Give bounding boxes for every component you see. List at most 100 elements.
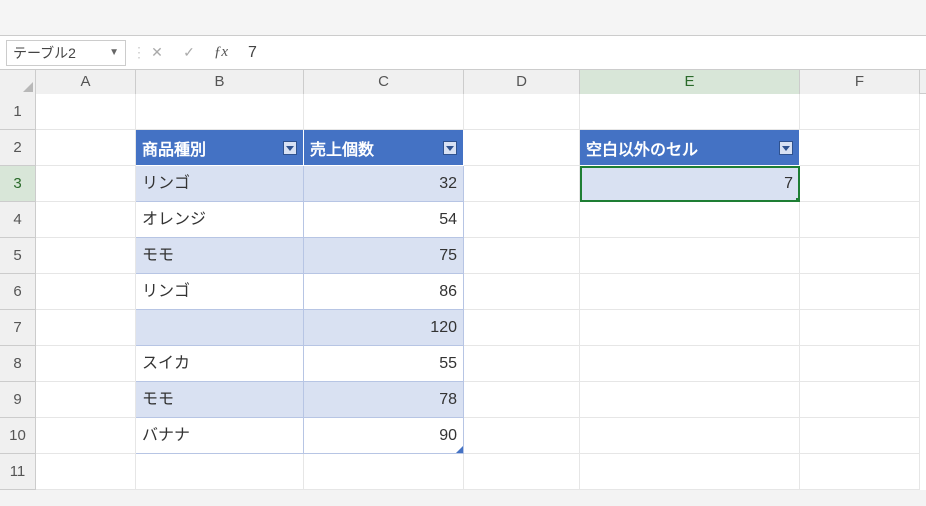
fx-icon[interactable]: ƒx: [208, 40, 234, 66]
chevron-down-icon: ▼: [109, 47, 119, 58]
formula-bar: テーブル2 ▼ ⋮ ✕ ✓ ƒx: [0, 36, 926, 70]
table-cell[interactable]: 32: [304, 166, 464, 202]
table-cell[interactable]: リンゴ: [136, 166, 304, 202]
cell[interactable]: [580, 274, 800, 310]
table-cell[interactable]: [136, 310, 304, 346]
selected-cell[interactable]: 7: [580, 166, 800, 202]
row-header[interactable]: 10: [0, 418, 36, 454]
cell[interactable]: [800, 202, 920, 238]
separator: ⋮: [132, 44, 138, 61]
table-cell[interactable]: オレンジ: [136, 202, 304, 238]
table-cell[interactable]: 55: [304, 346, 464, 382]
row-header[interactable]: 1: [0, 94, 36, 130]
cell[interactable]: [36, 202, 136, 238]
cell[interactable]: [800, 166, 920, 202]
filter-dropdown-icon[interactable]: [779, 141, 793, 155]
cell[interactable]: [464, 418, 580, 454]
cancel-icon[interactable]: ✕: [144, 40, 170, 66]
cell[interactable]: [580, 310, 800, 346]
enter-icon[interactable]: ✓: [176, 40, 202, 66]
formula-input[interactable]: [240, 40, 920, 66]
table-cell[interactable]: 86: [304, 274, 464, 310]
cell[interactable]: [36, 310, 136, 346]
table-cell[interactable]: 78: [304, 382, 464, 418]
row-6: 6 リンゴ 86: [0, 274, 926, 310]
cell[interactable]: [464, 382, 580, 418]
table-cell[interactable]: リンゴ: [136, 274, 304, 310]
row-7: 7 120: [0, 310, 926, 346]
name-box-value: テーブル2: [13, 43, 76, 63]
cell[interactable]: [800, 130, 920, 166]
cell[interactable]: [36, 238, 136, 274]
col-header-f[interactable]: F: [800, 70, 920, 94]
cell[interactable]: [136, 454, 304, 490]
cell[interactable]: [36, 166, 136, 202]
table-cell[interactable]: 120: [304, 310, 464, 346]
spreadsheet-grid[interactable]: A B C D E F 1 2 商品種別 売上個数 空白以外のセル: [0, 70, 926, 490]
col-header-b[interactable]: B: [136, 70, 304, 94]
row-header[interactable]: 7: [0, 310, 36, 346]
cell[interactable]: [36, 130, 136, 166]
cell[interactable]: [800, 94, 920, 130]
name-box[interactable]: テーブル2 ▼: [6, 40, 126, 66]
cell[interactable]: [800, 382, 920, 418]
cell[interactable]: [464, 274, 580, 310]
cell[interactable]: [800, 454, 920, 490]
cell[interactable]: [464, 238, 580, 274]
cell[interactable]: [800, 418, 920, 454]
select-all-corner[interactable]: [0, 70, 36, 94]
cell[interactable]: [36, 346, 136, 382]
cell[interactable]: [800, 310, 920, 346]
table-header-nonblank[interactable]: 空白以外のセル: [580, 130, 800, 166]
cell[interactable]: [304, 454, 464, 490]
table-cell[interactable]: モモ: [136, 382, 304, 418]
cell[interactable]: [464, 310, 580, 346]
col-header-e[interactable]: E: [580, 70, 800, 94]
table-cell[interactable]: 75: [304, 238, 464, 274]
cell[interactable]: [36, 94, 136, 130]
cell[interactable]: [464, 166, 580, 202]
cell[interactable]: [800, 274, 920, 310]
col-header-d[interactable]: D: [464, 70, 580, 94]
cell[interactable]: [800, 346, 920, 382]
cell[interactable]: [36, 382, 136, 418]
filter-dropdown-icon[interactable]: [283, 141, 297, 155]
cell[interactable]: [136, 94, 304, 130]
cell[interactable]: [800, 238, 920, 274]
cell[interactable]: [464, 454, 580, 490]
row-header[interactable]: 11: [0, 454, 36, 490]
cell[interactable]: [36, 274, 136, 310]
row-header[interactable]: 6: [0, 274, 36, 310]
row-header[interactable]: 3: [0, 166, 36, 202]
cell[interactable]: [580, 238, 800, 274]
cell[interactable]: [580, 382, 800, 418]
table-cell[interactable]: モモ: [136, 238, 304, 274]
table-cell[interactable]: 90: [304, 418, 464, 454]
cell[interactable]: [580, 454, 800, 490]
cell[interactable]: [464, 346, 580, 382]
row-header[interactable]: 2: [0, 130, 36, 166]
cell[interactable]: [36, 454, 136, 490]
table-header-product[interactable]: 商品種別: [136, 130, 304, 166]
row-header[interactable]: 4: [0, 202, 36, 238]
cell[interactable]: [464, 130, 580, 166]
col-header-c[interactable]: C: [304, 70, 464, 94]
table-cell[interactable]: スイカ: [136, 346, 304, 382]
row-header[interactable]: 9: [0, 382, 36, 418]
cell[interactable]: [580, 346, 800, 382]
row-header[interactable]: 5: [0, 238, 36, 274]
filter-dropdown-icon[interactable]: [443, 141, 457, 155]
cell[interactable]: [464, 94, 580, 130]
cell[interactable]: [36, 418, 136, 454]
cell[interactable]: [580, 202, 800, 238]
table-cell[interactable]: バナナ: [136, 418, 304, 454]
cell[interactable]: [580, 94, 800, 130]
table-header-sales[interactable]: 売上個数: [304, 130, 464, 166]
cell[interactable]: [464, 202, 580, 238]
cell[interactable]: [580, 418, 800, 454]
col-header-a[interactable]: A: [36, 70, 136, 94]
cell[interactable]: [304, 94, 464, 130]
row-header[interactable]: 8: [0, 346, 36, 382]
row-10: 10 バナナ 90: [0, 418, 926, 454]
table-cell[interactable]: 54: [304, 202, 464, 238]
